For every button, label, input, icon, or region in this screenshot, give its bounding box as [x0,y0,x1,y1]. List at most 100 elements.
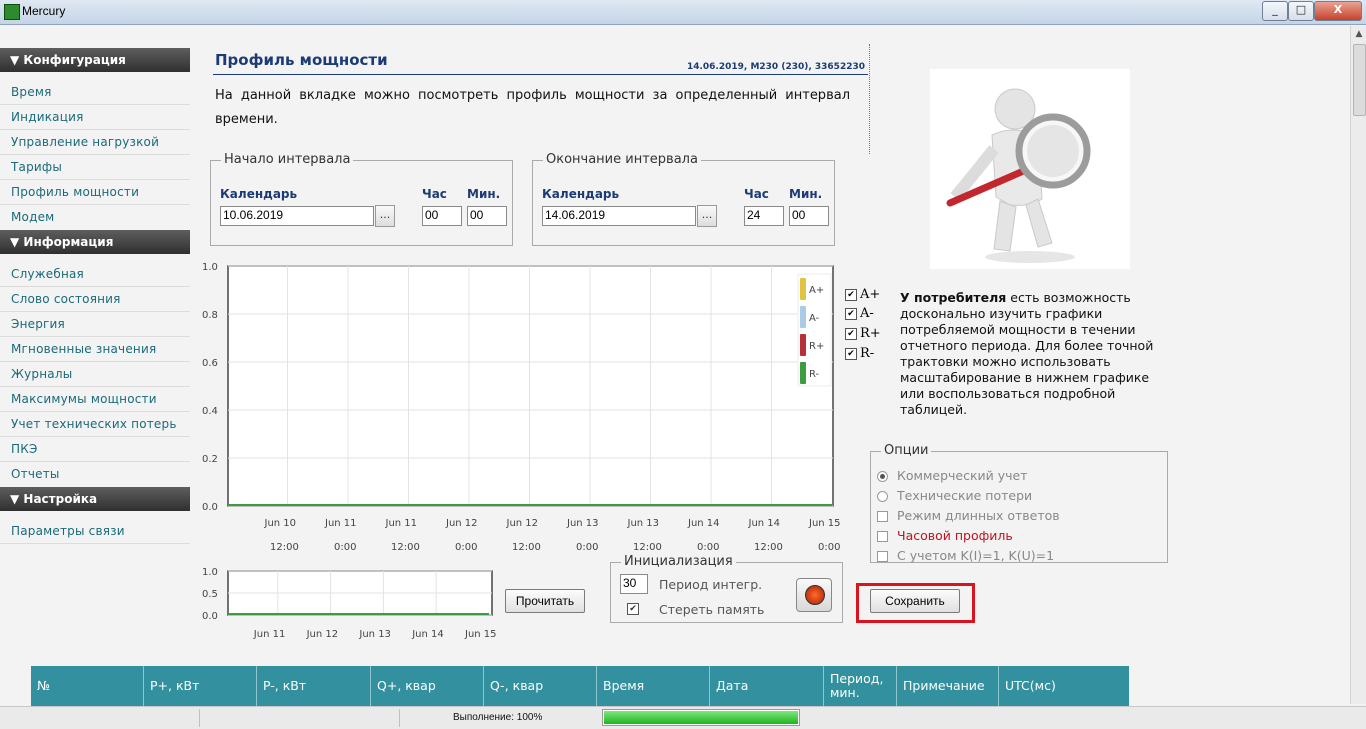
overview-chart[interactable]: 1.0 0.5 0.0 Jun 11 Jun 12 Jun 13 Jun 14 Jun 15 [198,566,518,642]
start-date-input[interactable]: 10.06.2019 [220,206,374,226]
sidebar-item-indication[interactable]: Индикация [0,105,190,130]
status-cell [0,709,200,727]
end-hour-input[interactable]: 24 [744,206,784,226]
legend-label: R- [809,369,820,380]
erase-memory-checkbox[interactable]: ✔ [627,603,639,615]
option-long-answers[interactable]: Режим длинных ответов [877,508,1060,523]
col-time[interactable]: Время [597,666,710,706]
sidebar-item-pke[interactable]: ПКЭ [0,437,190,462]
x-tick-label: Jun 13 [627,518,660,529]
col-note[interactable]: Примечание [897,666,999,706]
minimize-button[interactable]: _ [1262,1,1288,21]
checkbox-icon[interactable] [877,551,888,562]
read-button[interactable]: Прочитать [505,589,585,613]
y-tick-label: 0.0 [202,502,218,513]
checkbox-icon[interactable] [877,531,888,542]
col-date[interactable]: Дата [710,666,824,706]
save-button[interactable]: Сохранить [870,589,960,613]
sidebar-item-time[interactable]: Время [0,80,190,105]
sidebar-item-connection-params[interactable]: Параметры связи [0,519,190,544]
series-check-a-minus[interactable]: ✔ A- [845,306,874,321]
sidebar-item-instant-values[interactable]: Мгновенные значения [0,337,190,362]
x-tick-label: 0:00 [697,542,719,553]
x-tick-label: Jun 12 [506,518,539,529]
col-p-plus[interactable]: P+, кВт [144,666,257,706]
checkbox-icon[interactable] [877,511,888,522]
vertical-scrollbar[interactable]: ▲ [1350,26,1366,704]
sidebar-header-info[interactable]: ▼ Информация [0,230,190,254]
start-date-picker-button[interactable]: ... [375,205,395,227]
option-commercial[interactable]: Коммерческий учет [877,468,1027,483]
option-technical[interactable]: Технические потери [877,488,1032,503]
option-label: Технические потери [897,488,1033,503]
x-tick-label: 12:00 [391,542,420,553]
series-check-a-plus[interactable]: ✔ A+ [845,287,880,302]
options-group: Опции Коммерческий учет Технические поте… [870,443,1168,563]
sidebar-item-energy[interactable]: Энергия [0,312,190,337]
option-hourly-profile[interactable]: Часовой профиль [877,528,1013,543]
sidebar-item-power-maximums[interactable]: Максимумы мощности [0,387,190,412]
sidebar-item-status-word[interactable]: Слово состояния [0,287,190,312]
col-q-minus[interactable]: Q-, квар [484,666,597,706]
sidebar-item-service[interactable]: Служебная [0,262,190,287]
power-profile-chart[interactable]: 1.0 0.8 0.6 0.4 0.2 0.0 Jun 10 12:00 Jun 11 0:00 J… [198,262,848,562]
sidebar-item-reports[interactable]: Отчеты [0,462,190,487]
end-date-picker-button[interactable]: ... [697,205,717,227]
checkbox-icon[interactable]: ✔ [845,288,857,301]
series-check-r-minus[interactable]: ✔ R- [845,346,874,361]
sidebar-item-tech-losses[interactable]: Учет технических потерь [0,412,190,437]
col-number[interactable]: № [31,666,144,706]
status-bar: Выполнение: 100% [0,706,1366,729]
overview-x-tick: Jun 15 [464,629,497,640]
x-tick-label: Jun 14 [687,518,720,529]
sidebar-header-config[interactable]: ▼ Конфигурация [0,48,190,72]
device-meta: 14.06.2019, М230 (230), 33652230 [686,62,865,72]
series-check-r-plus[interactable]: ✔ R+ [845,326,881,341]
end-date-input[interactable]: 14.06.2019 [542,206,696,226]
interval-start-group: Начало интервала Календарь Час Мин. 10.0… [210,152,513,246]
legend-label: R+ [809,341,824,352]
start-minute-input[interactable]: 00 [467,206,507,226]
start-hour-input[interactable]: 00 [422,206,462,226]
series-check-label: A+ [860,287,881,302]
sidebar-item-power-profile[interactable]: Профиль мощности [0,180,190,205]
series-check-label: R+ [860,326,881,341]
scroll-thumb[interactable] [1353,44,1366,116]
checkbox-icon[interactable]: ✔ [845,327,857,340]
scroll-up-icon[interactable]: ▲ [1351,26,1366,42]
legend-swatch [800,278,806,300]
sidebar-item-load-control[interactable]: Управление нагрузкой [0,130,190,155]
app-icon [4,4,20,20]
option-label: С учетом K(I)=1, K(U)=1 [897,548,1055,563]
overview-x-tick: Jun 11 [253,629,286,640]
series-check-label: A- [860,306,874,321]
sidebar-item-tariffs[interactable]: Тарифы [0,155,190,180]
col-utc[interactable]: UTC(мс) [999,666,1129,706]
sidebar-header-settings[interactable]: ▼ Настройка [0,487,190,511]
close-button[interactable]: X [1314,1,1362,21]
legend-swatch [800,334,806,356]
option-k-factor[interactable]: С учетом K(I)=1, K(U)=1 [877,548,1054,563]
erase-memory-label: Стереть память [659,602,765,617]
radio-icon[interactable] [877,491,888,502]
end-minute-input[interactable]: 00 [789,206,829,226]
integration-period-input[interactable]: 30 [620,574,648,594]
start-hour-label: Час [422,187,447,201]
radio-selected-icon[interactable] [877,471,888,482]
checkbox-icon[interactable]: ✔ [845,347,857,360]
maximize-button[interactable]: □ [1288,1,1314,21]
series-check-label: R- [860,346,875,361]
option-label: Часовой профиль [897,528,1013,543]
interval-end-group: Окончание интервала Календарь Час Мин. 1… [532,152,835,246]
x-tick-label: Jun 10 [264,518,297,529]
x-tick-label: Jun 11 [324,518,357,529]
x-tick-label: 0:00 [334,542,356,553]
data-table-header: № P+, кВт P-, кВт Q+, квар Q-, квар Врем… [31,666,1129,706]
sidebar-item-journals[interactable]: Журналы [0,362,190,387]
initialize-button[interactable] [796,578,832,612]
col-p-minus[interactable]: P-, кВт [257,666,371,706]
checkbox-icon[interactable]: ✔ [845,307,857,320]
sidebar-item-modem[interactable]: Модем [0,205,190,230]
col-period[interactable]: Период, мин. [824,666,897,706]
col-q-plus[interactable]: Q+, квар [371,666,484,706]
